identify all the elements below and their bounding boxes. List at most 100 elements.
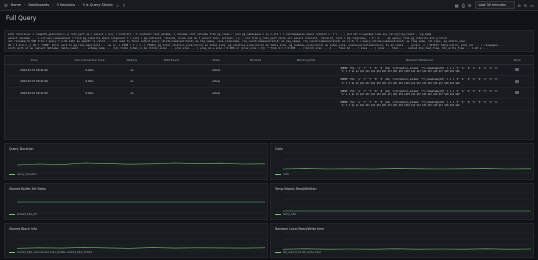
column-header[interactable]: Blocked Statement xyxy=(337,56,502,65)
column-header[interactable]: Blocking Pids xyxy=(274,56,338,65)
legend-label[interactable]: query_duration xyxy=(17,173,37,176)
sessions-table: Time Idle, transaction time Waiting Wait… xyxy=(5,56,533,111)
legend-label[interactable]: calls xyxy=(283,173,289,176)
legend: calls xyxy=(275,173,289,176)
cell-blocking xyxy=(274,98,338,111)
legend: temp_blks xyxy=(275,213,296,216)
local-read-write-panel: Random Local Read/Write time blk_read_ti… xyxy=(270,223,534,258)
cell-state: active xyxy=(195,75,238,88)
column-header[interactable]: Waiting xyxy=(115,56,148,65)
sessions-table-panel: Time Idle, transaction time Waiting Wait… xyxy=(4,55,534,140)
legend-swatch xyxy=(275,213,281,216)
table-row[interactable]: WHERE 'fOo' 'p' 'Y' 'Y' 'B' 'Q' (mb) 'in… xyxy=(5,98,533,111)
breadcrumb-separator: › xyxy=(78,3,80,7)
table-row[interactable]: 2024-07-15 09:41:00 0.0ms no active WHER… xyxy=(5,87,533,100)
legend-swatch xyxy=(275,173,281,176)
legend-swatch xyxy=(9,213,15,216)
cell-more[interactable] xyxy=(501,98,533,111)
cell-wait-event xyxy=(147,75,196,88)
cell-waiting: no xyxy=(115,64,148,77)
cell-statement: WHERE 'fOo' 'p' 'Y' 'Y' 'B' 'Q' (mb) 'in… xyxy=(337,64,502,77)
temp-blocks-panel: Temp Blocks Read/Written temp_blks xyxy=(270,183,534,220)
query-duration-graph xyxy=(16,152,266,174)
more-icon[interactable] xyxy=(515,91,520,95)
calls-panel: Calls calls xyxy=(270,143,534,180)
page-title: Full Query xyxy=(6,15,37,22)
column-header[interactable]: State xyxy=(195,56,238,65)
shared-buffer-hit-panel: Shared Buffer Hit Ratio shared_blks_hit xyxy=(4,183,268,220)
breadcrumb-separator: › xyxy=(52,3,54,7)
legend-label[interactable]: shared_blks_read shared_blks_written sha… xyxy=(17,251,92,254)
cell-idle: 0.0ms xyxy=(63,75,116,88)
series-line xyxy=(16,247,266,249)
legend: query_duration xyxy=(9,173,37,176)
view-mode-icon[interactable]: ▭ xyxy=(530,3,534,8)
save-icon[interactable]: ⎙ xyxy=(462,3,465,8)
zoom-out-icon[interactable]: ⊖ xyxy=(518,3,521,8)
cell-statement: WHERE 'fOo' 'p' 'Y' 'Y' 'B' 'Q' (mb) 'in… xyxy=(337,98,502,111)
column-header[interactable]: Wait Event xyxy=(147,56,196,65)
column-header[interactable]: Blocked xyxy=(237,56,275,65)
breadcrumb-dashboards[interactable]: Dashboards xyxy=(28,3,49,7)
cell-state: active xyxy=(195,87,238,100)
legend-label[interactable]: shared_blks_hit xyxy=(17,213,37,216)
cell-waiting: no xyxy=(115,87,148,100)
cell-blocked xyxy=(237,64,275,77)
cell-time xyxy=(5,98,64,111)
cell-blocked xyxy=(237,98,275,111)
settings-icon[interactable]: ⚙ xyxy=(468,3,472,8)
legend: shared_blks_hit xyxy=(9,213,37,216)
cell-state: active xyxy=(195,64,238,77)
shared-buffer-graph xyxy=(17,192,265,214)
breadcrumb-folder[interactable]: 3 Sessions xyxy=(57,3,76,7)
cell-blocking xyxy=(274,75,338,88)
query-text-panel: with recursive -> regexfb_generate(r) q … xyxy=(4,30,534,52)
legend-swatch xyxy=(275,251,281,254)
table-row[interactable]: 2024-07-15 09:41:00 0.0ms no active WHER… xyxy=(5,75,533,88)
cell-state xyxy=(195,98,238,111)
breadcrumb-separator: › xyxy=(23,3,26,7)
cell-blocking xyxy=(274,87,338,100)
shared-block-info-panel: Shared Block Info shared_blks_read share… xyxy=(4,223,268,258)
cell-time: 2024-07-15 09:41:00 xyxy=(5,87,64,100)
star-icon[interactable]: ☆ xyxy=(116,3,120,8)
more-icon[interactable] xyxy=(515,79,520,83)
column-header[interactable]: Idle, transaction time xyxy=(63,56,116,65)
legend-swatch xyxy=(9,251,15,254)
more-icon[interactable] xyxy=(515,68,520,72)
cell-idle: 0.0ms xyxy=(63,87,116,100)
time-range-picker[interactable]: Last 30 minutes xyxy=(474,1,515,9)
legend-swatch xyxy=(9,173,15,176)
table-header-row: Time Idle, transaction time Waiting Wait… xyxy=(5,56,533,65)
menu-icon[interactable]: ☰ xyxy=(4,3,8,8)
cell-blocking xyxy=(274,64,338,77)
add-panel-icon[interactable]: ▦ xyxy=(455,3,459,8)
cell-waiting: no xyxy=(115,75,148,88)
query-duration-panel: Query Duration query_duration xyxy=(4,143,268,180)
legend: shared_blks_read shared_blks_written sha… xyxy=(9,251,92,254)
share-icon[interactable]: ⇪ xyxy=(122,3,125,8)
breadcrumb-home[interactable]: Home xyxy=(11,3,21,7)
cell-wait-event xyxy=(147,87,196,100)
column-header[interactable]: More xyxy=(501,56,533,65)
cell-time: 2024-07-15 09:41:00 xyxy=(5,64,64,77)
cell-statement: WHERE 'fOo' 'p' 'Y' 'Y' 'B' 'Q' (mb) 'in… xyxy=(337,87,502,100)
query-line: inid) with st as (select datname, table_… xyxy=(8,47,488,51)
top-navigation-bar: ☰ Home › Dashboards › 3 Sessions › 3 is … xyxy=(0,0,538,11)
legend-label[interactable]: temp_blks xyxy=(283,213,296,216)
table-row[interactable]: 2024-07-15 09:41:00 0.0ms no active WHER… xyxy=(5,64,533,77)
cell-wait-event xyxy=(147,64,196,77)
breadcrumb-dashboard[interactable]: 3 is Query Studio xyxy=(83,3,113,7)
calls-graph xyxy=(282,152,532,174)
series-line xyxy=(16,162,266,166)
column-header[interactable]: Time xyxy=(5,56,64,65)
cell-blocked xyxy=(237,75,275,88)
cell-time: 2024-07-15 09:41:00 xyxy=(5,75,64,88)
cell-more[interactable] xyxy=(501,64,533,77)
cell-idle xyxy=(63,98,116,111)
cell-more[interactable] xyxy=(501,87,533,100)
cell-more[interactable] xyxy=(501,75,533,88)
cell-waiting xyxy=(115,98,148,111)
legend-label[interactable]: blk_read_time blk_write_time xyxy=(283,251,321,254)
refresh-icon[interactable]: ↻ xyxy=(524,3,527,8)
